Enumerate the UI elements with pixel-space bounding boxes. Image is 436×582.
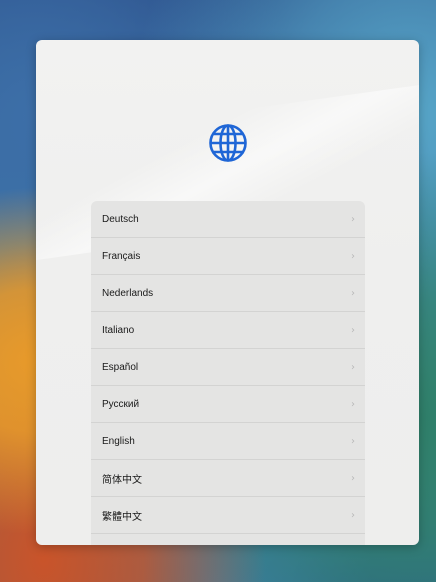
language-label: Nederlands [102,287,154,299]
language-option-francais[interactable]: Français › [91,238,365,275]
language-option-simplified-chinese[interactable]: 简体中文 › [91,460,365,497]
chevron-right-icon: › [351,435,355,447]
language-option-traditional-chinese[interactable]: 繁體中文 › [91,497,365,534]
language-list: Deutsch › Français › Nederlands › Italia… [91,201,365,545]
chevron-right-icon: › [351,324,355,336]
language-label: Русский [102,398,140,410]
chevron-right-icon: › [351,398,355,410]
chevron-right-icon: › [351,361,355,373]
language-label: 繁體中文 [102,511,142,523]
chevron-right-icon: › [351,213,355,225]
language-option-nederlands[interactable]: Nederlands › [91,275,365,312]
chevron-right-icon: › [351,509,355,521]
language-option-russian[interactable]: Русский › [91,386,365,423]
language-label: Español [102,361,139,373]
chevron-right-icon: › [351,287,355,299]
language-option-espanol[interactable]: Español › [91,349,365,386]
globe-icon [209,124,247,162]
language-option-deutsch[interactable]: Deutsch › [91,201,365,238]
chevron-right-icon: › [351,250,355,262]
language-label: 简体中文 [102,474,142,486]
language-setup-sheet: Deutsch › Français › Nederlands › Italia… [36,40,419,545]
language-option-english[interactable]: English › [91,423,365,460]
chevron-right-icon: › [351,472,355,484]
language-option-italiano[interactable]: Italiano › [91,312,365,349]
language-label: Français [102,250,141,262]
language-label: Deutsch [102,213,139,225]
language-label: Italiano [102,324,135,336]
language-label: English [102,435,135,447]
